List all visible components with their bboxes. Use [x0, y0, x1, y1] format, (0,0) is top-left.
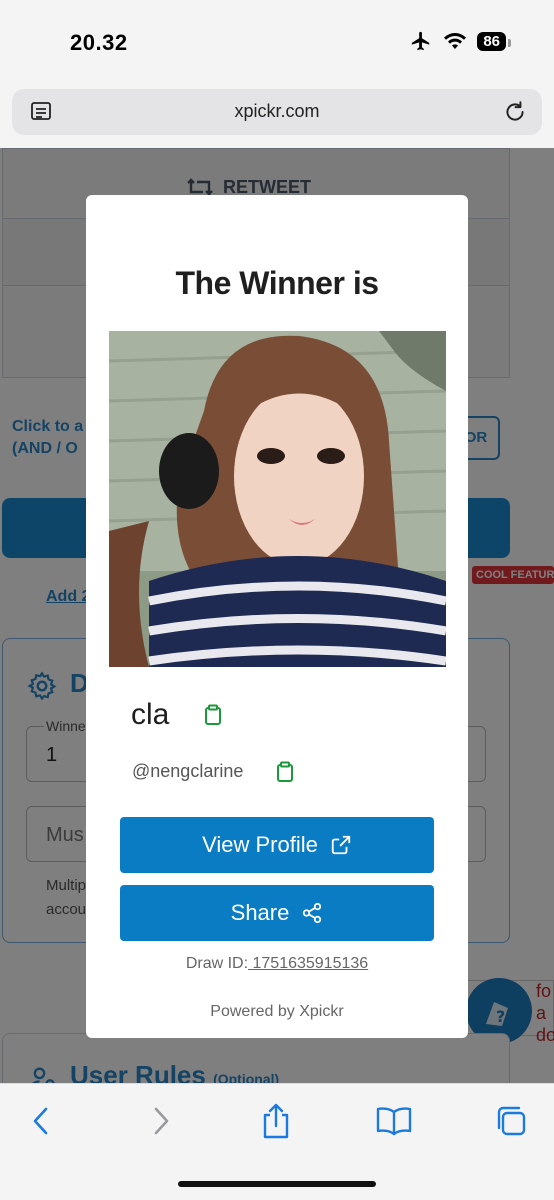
draw-id-value[interactable]: 1751635915136 — [248, 955, 368, 972]
share-icon — [303, 902, 322, 924]
draw-id: Draw ID: 1751635915136 — [86, 955, 468, 973]
bookmarks-icon[interactable] — [376, 1106, 412, 1136]
reload-icon[interactable] — [502, 99, 528, 125]
winner-photo — [109, 331, 446, 667]
back-icon[interactable] — [28, 1104, 54, 1138]
winner-modal: The Winner is cla @nengclarine View Prof… — [86, 195, 468, 1038]
share-label: Share — [230, 900, 290, 925]
view-profile-label: View Profile — [202, 832, 318, 857]
browser-address-area: xpickr.com — [0, 80, 554, 148]
airplane-icon — [412, 31, 430, 51]
url-text[interactable]: xpickr.com — [12, 101, 542, 122]
status-bar: 20.32 86 — [0, 0, 554, 80]
draw-id-label: Draw ID: — [185, 955, 249, 972]
modal-title: The Winner is — [175, 265, 379, 301]
tabs-icon[interactable] — [494, 1104, 528, 1138]
copy-name-icon[interactable] — [203, 704, 223, 726]
powered-by: Powered by Xpickr — [210, 1003, 344, 1020]
share-button[interactable]: Share — [120, 885, 434, 941]
share-sheet-icon[interactable] — [260, 1102, 292, 1140]
winner-avatar-image — [109, 331, 446, 667]
wifi-icon — [444, 33, 467, 49]
winner-handle: @nengclarine — [132, 761, 244, 781]
copy-handle-icon[interactable] — [275, 761, 295, 783]
battery-indicator: 86 — [477, 31, 511, 51]
external-link-icon — [331, 835, 351, 855]
address-bar[interactable]: xpickr.com — [12, 89, 542, 135]
view-profile-button[interactable]: View Profile — [120, 817, 434, 873]
status-time: 20.32 — [70, 30, 128, 55]
forward-icon[interactable] — [148, 1104, 174, 1138]
status-icons: 86 — [409, 30, 511, 52]
winner-name: cla — [131, 698, 170, 731]
home-indicator — [178, 1181, 376, 1187]
